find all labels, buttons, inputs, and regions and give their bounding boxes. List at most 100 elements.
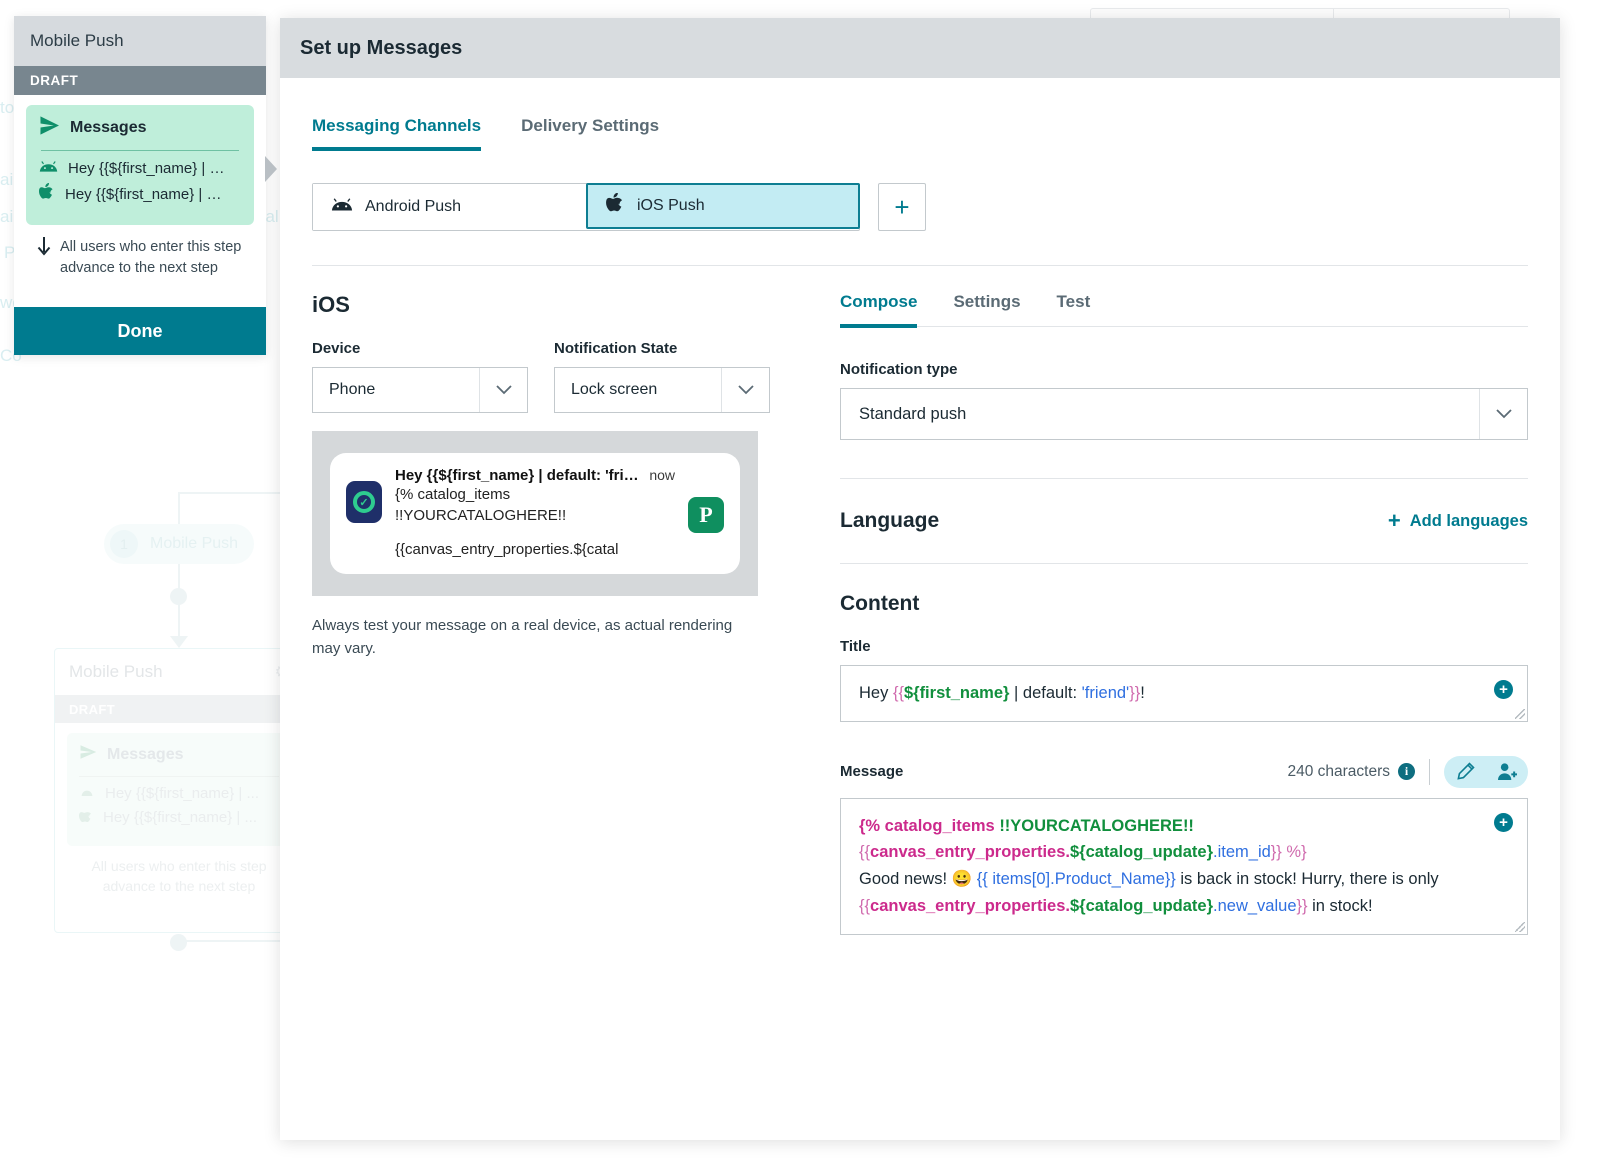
channel-selector: Android Push iOS Push + xyxy=(312,183,1528,231)
add-channel-button[interactable]: + xyxy=(878,183,926,231)
person-add-icon[interactable] xyxy=(1486,755,1528,788)
message-row-android[interactable]: Hey {{${first_name} | … xyxy=(39,160,241,177)
pencil-icon[interactable] xyxy=(1444,755,1486,788)
status-badge: DRAFT xyxy=(14,66,266,95)
notification-type-value: Standard push xyxy=(859,404,967,423)
subtab-settings[interactable]: Settings xyxy=(953,292,1020,328)
message-row-label: Hey {{${first_name} | … xyxy=(65,186,222,203)
compose-column: Compose Settings Test Notification type … xyxy=(840,292,1528,935)
message-input-wrapper[interactable]: {% catalog_items !!YOURCATALOGHERE!! {{c… xyxy=(840,797,1528,935)
plus-icon: + xyxy=(894,191,910,222)
flow-node-label: Mobile Push xyxy=(150,535,239,552)
plus-circle-icon[interactable]: + xyxy=(1494,812,1513,832)
subtab-compose[interactable]: Compose xyxy=(840,292,918,328)
divider xyxy=(312,265,1528,266)
divider xyxy=(840,563,1528,564)
tab-messaging-channels[interactable]: Messaging Channels xyxy=(312,116,482,151)
plus-icon: + xyxy=(1387,508,1401,533)
android-icon xyxy=(39,160,58,177)
message-row-ios[interactable]: Hey {{${first_name} | … xyxy=(39,183,241,206)
apple-icon xyxy=(79,809,93,829)
apple-icon xyxy=(39,183,55,206)
advance-note: All users who enter this step advance to… xyxy=(26,225,254,283)
flow-arrow-icon xyxy=(170,636,188,648)
compose-subtabs: Compose Settings Test xyxy=(840,292,1528,328)
character-count: 240 characters i xyxy=(1287,763,1415,781)
preview-platform-title: iOS xyxy=(312,292,350,317)
send-icon xyxy=(39,116,60,140)
android-icon xyxy=(331,197,353,217)
channel-android-push[interactable]: Android Push xyxy=(313,184,587,230)
device-field: Device Phone xyxy=(312,340,528,413)
advance-note-text: All users who enter this step advance to… xyxy=(60,239,242,277)
notification-state-field: Notification State Lock screen xyxy=(554,340,770,413)
flow-node-mobile-push[interactable]: 1 Mobile Push xyxy=(104,524,254,564)
flow-connector-dot xyxy=(170,934,187,951)
device-select[interactable]: Phone xyxy=(312,367,528,413)
flow-connector xyxy=(178,604,180,638)
flow-connector xyxy=(178,492,180,528)
resize-handle[interactable] xyxy=(1515,708,1525,719)
notification-state-label: Notification State xyxy=(554,340,678,357)
flow-node-number: 1 xyxy=(110,530,138,558)
notification-state-select[interactable]: Lock screen xyxy=(554,367,770,413)
message-label: Message xyxy=(840,763,904,781)
background-advance-text: All users who enter this step advance to… xyxy=(91,858,267,895)
background-step-card: Mobile Push ⚙ DRAFT Messages xyxy=(54,648,304,933)
divider xyxy=(840,478,1528,479)
message-input[interactable]: {% catalog_items !!YOURCATALOGHERE!! {{c… xyxy=(841,799,1527,934)
done-button[interactable]: Done xyxy=(14,307,266,356)
title-input-wrapper[interactable]: Hey {{${first_name} | default: 'friend'}… xyxy=(840,665,1528,722)
message-header: Message 240 characters i xyxy=(840,755,1528,788)
notification-subtitle-line2: !!YOURCATALOGHERE!! xyxy=(395,506,567,524)
flow-connector xyxy=(178,940,288,942)
notification-time: now xyxy=(649,467,675,483)
chevron-down-icon xyxy=(721,368,769,412)
title-input[interactable]: Hey {{${first_name} | default: 'friend'}… xyxy=(841,666,1527,721)
chevron-down-icon xyxy=(479,368,527,412)
panel-expand-arrow-icon[interactable] xyxy=(265,156,277,182)
brand-icon: P xyxy=(688,497,724,533)
add-languages-label: Add languages xyxy=(1409,511,1528,530)
tab-delivery-settings[interactable]: Delivery Settings xyxy=(521,116,659,151)
flow-connector-dot xyxy=(170,588,187,605)
plus-circle-icon[interactable]: + xyxy=(1494,680,1513,699)
add-languages-button[interactable]: + Add languages xyxy=(1388,510,1528,532)
android-icon xyxy=(79,785,95,802)
shield-check-icon: ✓ xyxy=(346,481,382,523)
subtab-test[interactable]: Test xyxy=(1057,292,1091,328)
preview-column: iOS Device Phone Notification State Lock… xyxy=(312,292,792,935)
modal-tabs: Messaging Channels Delivery Settings xyxy=(312,116,1528,151)
background-card-title: Mobile Push xyxy=(69,662,163,681)
notification-preview: ✓ Hey {{${first_name} | default: 'frien…… xyxy=(312,431,758,596)
message-row-label: Hey {{${first_name} | … xyxy=(68,160,225,177)
messages-card[interactable]: Messages Hey {{${first_name} | … Hey {{$… xyxy=(26,105,277,225)
step-panel-title: Mobile Push xyxy=(30,31,124,50)
language-heading: Language xyxy=(840,509,940,532)
channel-label: iOS Push xyxy=(637,197,705,214)
resize-handle[interactable] xyxy=(1515,921,1525,932)
info-icon[interactable]: i xyxy=(1398,763,1415,781)
device-label: Device xyxy=(312,340,361,357)
messages-card-label: Messages xyxy=(70,119,147,136)
ghost-text: ai xyxy=(0,207,14,226)
notification-title: Hey {{${first_name} | default: 'frien… xyxy=(395,467,640,484)
ghost-text: ai xyxy=(0,170,14,189)
divider xyxy=(41,150,239,151)
channel-ios-push[interactable]: iOS Push xyxy=(586,183,860,229)
notification-type-select[interactable]: Standard push xyxy=(840,388,1528,440)
preview-disclaimer: Always test your message on a real devic… xyxy=(312,617,733,658)
background-message-row: Hey {{${first_name} | ... xyxy=(105,785,259,802)
modal-header: Set up Messages xyxy=(280,18,1560,78)
channel-label: Android Push xyxy=(365,198,462,215)
device-value: Phone xyxy=(329,381,376,398)
flow-connector xyxy=(178,492,288,494)
divider xyxy=(1429,758,1430,785)
background-message-row: Hey {{${first_name} | ... xyxy=(103,809,257,826)
background-card-status: DRAFT xyxy=(55,695,303,723)
down-arrow-icon xyxy=(36,237,52,279)
content-heading: Content xyxy=(840,592,920,615)
notification-card: ✓ Hey {{${first_name} | default: 'frien…… xyxy=(330,453,740,574)
step-panel: Mobile Push DRAFT Messages Hey {{${first… xyxy=(14,16,277,356)
character-count-text: 240 characters xyxy=(1287,762,1390,780)
